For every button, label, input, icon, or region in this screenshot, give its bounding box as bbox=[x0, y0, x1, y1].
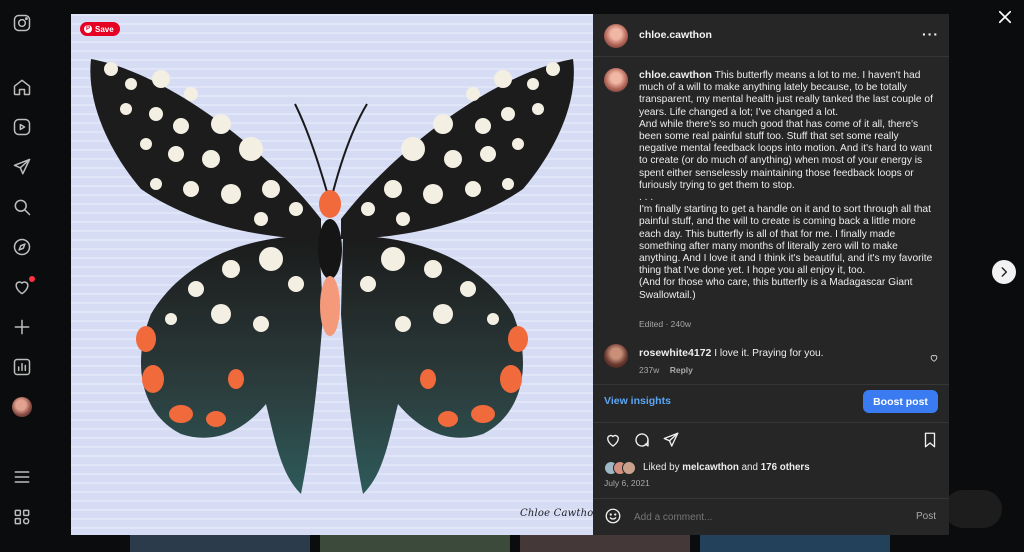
likes-prefix: Liked by bbox=[643, 462, 680, 473]
like-icon[interactable] bbox=[604, 431, 622, 454]
background-feed-thumb bbox=[320, 534, 510, 552]
home-icon[interactable] bbox=[11, 76, 33, 98]
emoji-icon[interactable] bbox=[604, 507, 622, 530]
caption-paragraph-3: I'm finally starting to get a handle on … bbox=[639, 204, 933, 277]
profile-avatar[interactable] bbox=[12, 397, 32, 417]
comment-username[interactable]: rosewhite4172 bbox=[639, 347, 711, 359]
post-date: July 6, 2021 bbox=[604, 478, 650, 488]
comment-body: I love it. Praying for you. bbox=[714, 348, 824, 359]
caption-username[interactable]: chloe.cawthon bbox=[639, 69, 712, 81]
likes-summary: Liked by melcawthon and 176 others bbox=[643, 462, 810, 474]
likes-user[interactable]: melcawthon bbox=[682, 462, 739, 473]
messages-icon[interactable] bbox=[11, 156, 33, 178]
more-options-icon[interactable]: ··· bbox=[922, 26, 939, 42]
search-icon[interactable] bbox=[11, 196, 33, 218]
create-icon[interactable] bbox=[11, 316, 33, 338]
instagram-icon[interactable] bbox=[11, 12, 33, 34]
background-feed-thumb bbox=[700, 534, 890, 552]
liker-avatar bbox=[622, 461, 636, 475]
comment-reply-button[interactable]: Reply bbox=[670, 365, 693, 375]
author-avatar[interactable] bbox=[604, 24, 628, 48]
comment-icon[interactable] bbox=[633, 431, 651, 454]
notifications-icon[interactable] bbox=[11, 276, 35, 298]
chevron-right-icon bbox=[1001, 267, 1008, 277]
pinterest-icon: P bbox=[84, 25, 92, 33]
bookmark-icon[interactable] bbox=[921, 431, 939, 454]
close-icon[interactable] bbox=[996, 8, 1014, 26]
save-label: Save bbox=[95, 24, 114, 34]
boost-post-button[interactable]: Boost post bbox=[863, 390, 938, 413]
post-comment-button[interactable]: Post bbox=[916, 511, 936, 522]
comment-like-icon[interactable] bbox=[929, 350, 939, 368]
comment-input[interactable] bbox=[632, 508, 906, 526]
header-divider bbox=[593, 56, 949, 57]
next-post-button[interactable] bbox=[992, 260, 1016, 284]
caption-paragraph-2: And while there's so much good that has … bbox=[639, 118, 933, 191]
caption-meta: Edited · 240w bbox=[639, 319, 691, 329]
pinterest-save-button[interactable]: P Save bbox=[80, 22, 120, 36]
author-username[interactable]: chloe.cawthon bbox=[639, 29, 712, 41]
comment-meta: 237w Reply bbox=[639, 365, 693, 375]
dashboard-icon[interactable] bbox=[11, 356, 33, 378]
caption-text: chloe.cawthon This butterfly means a lot… bbox=[639, 69, 935, 302]
composer-divider bbox=[593, 498, 949, 499]
caption-paragraph-4: (And for those who care, this butterfly … bbox=[639, 277, 913, 301]
caption-ellipsis: . . . bbox=[639, 192, 654, 204]
notification-dot bbox=[29, 276, 35, 282]
menu-icon[interactable] bbox=[11, 466, 33, 488]
caption-author-avatar[interactable] bbox=[604, 68, 628, 92]
view-insights-link[interactable]: View insights bbox=[604, 395, 671, 407]
artist-signature: Chloe Cawthon bbox=[520, 508, 601, 519]
more-icon[interactable] bbox=[11, 506, 33, 528]
share-icon[interactable] bbox=[662, 431, 680, 454]
comment-text: rosewhite4172 I love it. Praying for you… bbox=[639, 347, 824, 360]
commenter-avatar[interactable] bbox=[604, 344, 628, 368]
likes-and: and bbox=[741, 462, 758, 473]
reels-icon[interactable] bbox=[11, 116, 33, 138]
background-feed-thumb bbox=[520, 534, 690, 552]
background-messages-pill bbox=[944, 490, 1002, 528]
left-nav-rail bbox=[0, 0, 44, 552]
comment-age: 237w bbox=[639, 365, 660, 375]
explore-icon[interactable] bbox=[11, 236, 33, 258]
background-feed-thumb bbox=[130, 534, 310, 552]
post-image bbox=[71, 14, 593, 535]
butterfly-illustration bbox=[90, 59, 574, 494]
likes-others[interactable]: 176 others bbox=[761, 462, 810, 473]
actions-divider bbox=[593, 422, 949, 423]
insights-divider bbox=[593, 384, 949, 385]
